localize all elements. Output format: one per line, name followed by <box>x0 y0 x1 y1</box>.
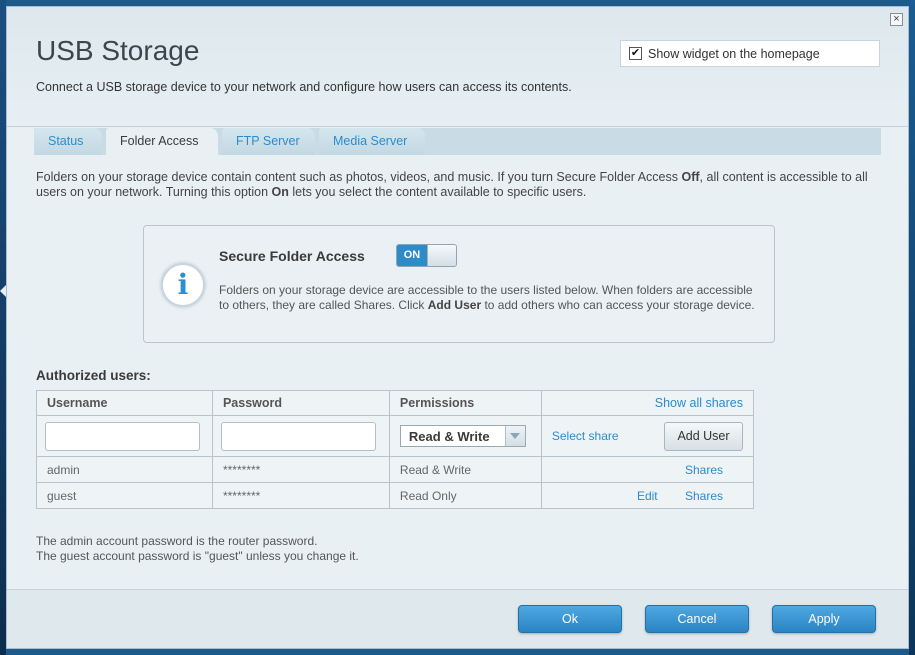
table-header-row: Username Password Permissions Show all s… <box>36 390 755 416</box>
table-row: guest ******** Read Only Edit Shares <box>36 482 755 509</box>
dialog-footer: Ok Cancel Apply <box>7 589 908 648</box>
new-user-actions-cell: Select share Add User <box>540 415 755 457</box>
tab-ftp-server[interactable]: FTP Server <box>222 128 315 155</box>
secure-folder-access-description: Folders on your storage device are acces… <box>219 283 759 313</box>
row-password: ******** <box>211 456 390 483</box>
secure-folder-access-toggle[interactable]: ON <box>396 244 457 267</box>
row-permission: Read Only <box>388 482 542 509</box>
column-username: Username <box>36 390 213 416</box>
desktop-right-edge <box>909 0 915 655</box>
permission-select[interactable]: Read & Write <box>399 425 526 447</box>
row-permission: Read & Write <box>388 456 542 483</box>
permission-select-value: Read & Write <box>408 428 490 444</box>
intro-text-part: lets you select the content available to… <box>288 185 587 199</box>
new-permission-cell: Read & Write <box>388 415 542 457</box>
description-bold-add-user: Add User <box>427 298 482 312</box>
new-username-input[interactable] <box>45 421 200 451</box>
tab-status[interactable]: Status <box>34 128 102 155</box>
dialog-header: × USB Storage Connect a USB storage devi… <box>7 7 908 127</box>
add-user-button[interactable]: Add User <box>664 421 743 451</box>
row-actions: Edit Shares <box>540 482 755 509</box>
authorized-users-table: Username Password Permissions Show all s… <box>36 390 755 509</box>
header-divider <box>7 126 908 127</box>
secure-folder-access-panel: i Secure Folder Access ON Folders on you… <box>143 225 775 343</box>
intro-text-part: Folders on your storage device contain c… <box>36 170 682 184</box>
description-part: to add others who can access your storag… <box>481 298 755 312</box>
show-widget-label: Show widget on the homepage <box>648 46 820 61</box>
select-share-link[interactable]: Select share <box>552 429 619 443</box>
close-icon[interactable]: × <box>890 13 903 26</box>
row-username: guest <box>36 482 213 509</box>
column-permissions: Permissions <box>388 390 542 416</box>
column-password: Password <box>211 390 390 416</box>
intro-bold-off: Off <box>681 170 700 184</box>
show-widget-option[interactable]: ✔ Show widget on the homepage <box>620 40 880 67</box>
row-actions: Shares <box>540 456 755 483</box>
shares-link[interactable]: Shares <box>685 489 723 503</box>
table-row: admin ******** Read & Write Shares <box>36 456 755 483</box>
show-widget-checkbox[interactable]: ✔ <box>629 47 642 60</box>
authorized-users-title: Authorized users: <box>36 368 151 383</box>
show-all-shares-cell: Show all shares <box>540 390 755 416</box>
page-title: USB Storage <box>36 35 200 66</box>
tab-folder-access[interactable]: Folder Access <box>106 128 218 155</box>
row-username: admin <box>36 456 213 483</box>
tab-bar: Status Folder Access FTP Server Media Se… <box>34 128 881 155</box>
new-user-row: Read & Write Select share Add User <box>36 415 755 457</box>
usb-storage-dialog: × USB Storage Connect a USB storage devi… <box>6 6 909 649</box>
chevron-down-icon[interactable] <box>504 426 525 446</box>
guest-password-note: The guest account password is "guest" un… <box>36 549 359 563</box>
intro-bold-on: On <box>271 185 289 199</box>
info-icon: i <box>161 263 205 307</box>
new-password-input[interactable] <box>220 421 376 451</box>
admin-password-note: The admin account password is the router… <box>36 534 318 548</box>
secure-folder-access-title: Secure Folder Access <box>219 248 365 264</box>
page-subtitle: Connect a USB storage device to your net… <box>36 80 572 94</box>
tab-media-server[interactable]: Media Server <box>319 128 425 155</box>
intro-text: Folders on your storage device contain c… <box>36 170 876 200</box>
apply-button[interactable]: Apply <box>772 605 876 633</box>
toggle-knob[interactable] <box>427 245 456 266</box>
shares-link[interactable]: Shares <box>685 463 723 477</box>
cancel-button[interactable]: Cancel <box>645 605 749 633</box>
toggle-on-label: ON <box>397 245 427 266</box>
row-password: ******** <box>211 482 390 509</box>
edit-link[interactable]: Edit <box>637 489 658 503</box>
show-all-shares-link[interactable]: Show all shares <box>655 396 743 410</box>
password-notes: The admin account password is the router… <box>36 534 359 564</box>
ok-button[interactable]: Ok <box>518 605 622 633</box>
new-username-cell <box>36 415 213 457</box>
new-password-cell <box>211 415 390 457</box>
